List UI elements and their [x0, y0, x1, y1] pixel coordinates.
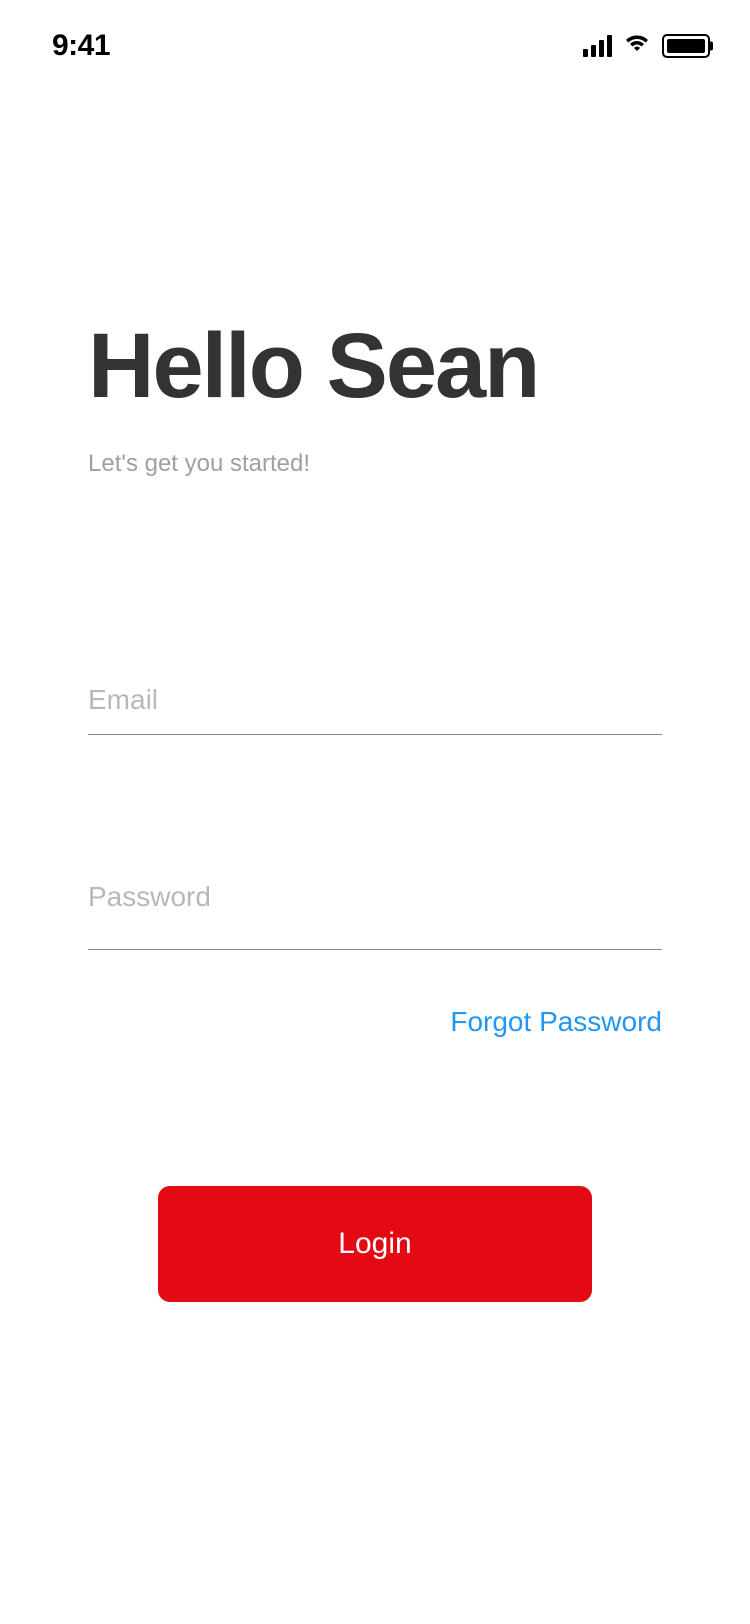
- login-button[interactable]: Login: [158, 1186, 592, 1302]
- greeting-heading: Hello Sean: [88, 320, 662, 412]
- login-form: Forgot Password Login: [88, 666, 662, 1302]
- password-field[interactable]: [88, 845, 662, 950]
- status-icons: [583, 33, 710, 60]
- email-field[interactable]: [88, 666, 662, 735]
- subtitle-text: Let's get you started!: [88, 450, 662, 478]
- cellular-signal-icon: [583, 35, 612, 57]
- forgot-password-link[interactable]: Forgot Password: [450, 1006, 662, 1037]
- main-content: Hello Sean Let's get you started! Forgot…: [0, 320, 750, 1302]
- status-bar: 9:41: [0, 0, 750, 68]
- forgot-password-container: Forgot Password: [88, 1006, 662, 1038]
- header-section: Hello Sean Let's get you started!: [88, 320, 662, 478]
- email-input-wrapper: [88, 666, 662, 735]
- password-input-wrapper: [88, 845, 662, 950]
- wifi-icon: [622, 33, 652, 60]
- battery-icon: [662, 34, 710, 58]
- status-time: 9:41: [52, 29, 110, 63]
